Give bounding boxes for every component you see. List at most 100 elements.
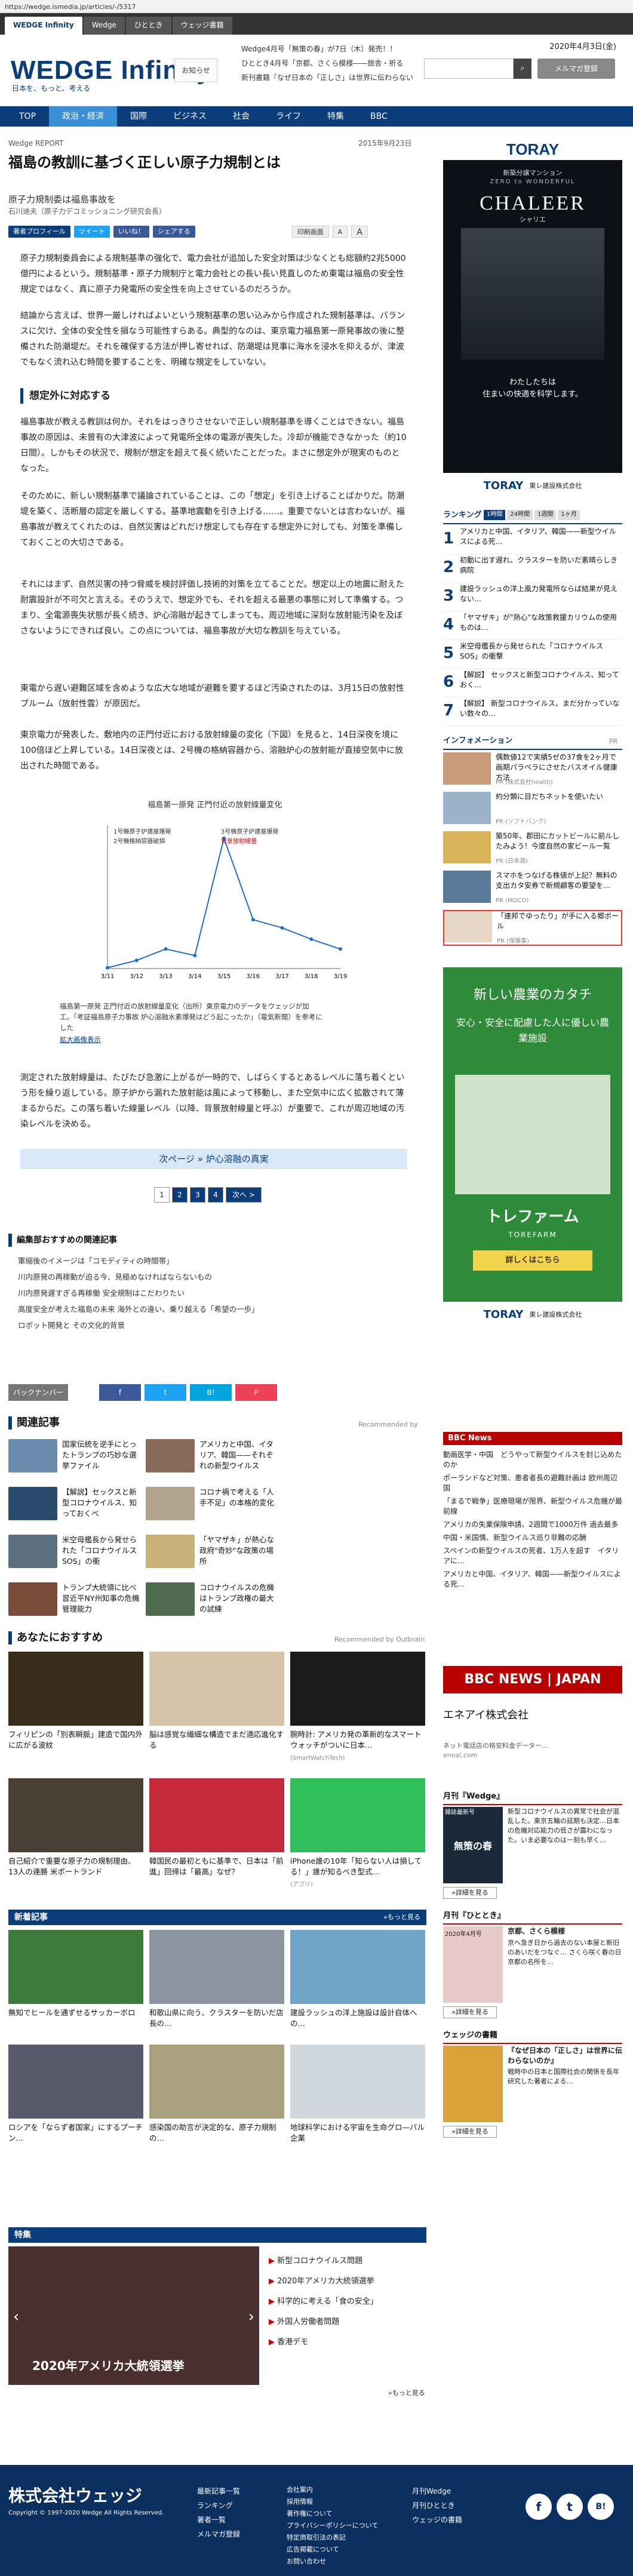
ranking-tab-1h[interactable]: 1時間 [484, 510, 506, 520]
recommend-card[interactable]: 腕時計: アメリカ発の革新的なスマートウォッチがついに日本… (SmartWatc… [290, 1652, 425, 1771]
new-article-card[interactable]: 建設ラッシュの洋上施設は設計自体への… [290, 1930, 425, 2049]
ranking-tab-1m[interactable]: 1ヶ月 [558, 510, 580, 520]
pocket-icon[interactable]: P [235, 1384, 277, 1401]
ranking-tab-1w[interactable]: 1週間 [534, 510, 557, 520]
footer-link[interactable]: メルマガ登録 [197, 2527, 240, 2541]
bbc-item[interactable]: 中国・米国情、新型ウイルス巡り非難の応酬 [443, 1533, 622, 1543]
related-item[interactable]: 川内原発遅すぎる再稼働 安全規制はこだわりたい [18, 1285, 412, 1301]
slide-prev-icon[interactable]: ‹ [13, 2306, 19, 2329]
tokushu-item[interactable]: ▶ 科学的に考える「食の安全」 [269, 2292, 424, 2312]
nav-bbc[interactable]: BBC [357, 106, 401, 127]
tweet-button[interactable]: ツイート [73, 226, 110, 238]
search-input[interactable] [424, 59, 514, 79]
info-item[interactable]: スマホをつなげる株値が上記？無料の支出カタ安券で新規顧客の要望を… PR (MOC… [443, 871, 622, 908]
article-author[interactable]: 石川迪夫（原子力デコミッショニング研究会長） [8, 207, 166, 217]
torefarm-detail-button[interactable]: 詳しくはこちら [473, 1250, 592, 1271]
kanren-card[interactable]: トランプ大統領に比べ習近平NY州知事の危機管理能力 [8, 1582, 140, 1658]
torefarm-ad[interactable]: 新しい農業のカタチ 安心・安全に配慮した人に優しい農業施設 トレファーム TOR… [443, 967, 622, 1328]
footer-link[interactable]: 著作権について [287, 2508, 378, 2520]
bbc-item[interactable]: ポーランドなど対策、患者者長の避難計画は 欧州周辺国 [443, 1473, 622, 1493]
related-item[interactable]: 軍縮後のイメージは「コモディティの時間帯」 [18, 1253, 412, 1269]
footer-link[interactable]: 特定商取引法の表記 [287, 2532, 378, 2544]
info-item[interactable]: 「連邦でゆったり」が手に入る郷ボール PR (保険事) [443, 910, 622, 946]
facebook-icon[interactable]: f [99, 1384, 141, 1401]
book-detail-button[interactable]: »詳細を見る [443, 2126, 497, 2138]
related-item[interactable]: ロボット開発と その文化的背景 [18, 1317, 412, 1333]
ranking-item[interactable]: 2 初動に出す遅れ、クラスターを防いだ素晴らしき病院 [443, 554, 622, 583]
footer-twitter-icon[interactable]: t [557, 2494, 583, 2520]
footer-hatena-icon[interactable]: B! [588, 2494, 614, 2520]
related-item[interactable]: 高度安全が考えた福島の未来 海外との違い、乗り越える「希望の一歩」 [18, 1301, 412, 1317]
author-profile-button[interactable]: 著者プロフィール [8, 226, 70, 238]
tokushu-more[interactable]: »もっと見る [388, 2389, 425, 2398]
font-large-button[interactable]: A [351, 226, 368, 238]
ranking-item[interactable]: 3 建設ラッシュの洋上風力発電所ならば結果が見えない… [443, 583, 622, 611]
search-icon[interactable]: ⌕ [514, 59, 531, 79]
tokushu-item[interactable]: ▶ 2020年アメリカ大統領選挙 [269, 2271, 424, 2292]
bbc-item[interactable]: アメリカと中国、イタリア、韓国——新型ウイルスによる死… [443, 1569, 622, 1590]
tab-books[interactable]: ウェッジ書籍 [172, 17, 232, 35]
recommend-card[interactable]: iPhone誰の10年「知らない人は損してる！」誰が知るべき型式… (アプリ) [290, 1778, 425, 1898]
new-article-card[interactable]: ロシアを「ならず者国家」にするプーチン… [8, 2045, 143, 2164]
tokushu-item[interactable]: ▶ 新型コロナウイルス問題 [269, 2251, 424, 2271]
footer-link[interactable]: 採用情報 [287, 2496, 378, 2508]
ranking-item[interactable]: 7 【解説】 新型コロナウイルス、まだ分かっていない数々の… [443, 697, 622, 726]
new-article-card[interactable]: 感染国の助言が決定的な、原子力規制の… [149, 2045, 284, 2164]
ranking-item[interactable]: 1 アメリカと中国、イタリア、韓国——新型ウイルスによる死… [443, 525, 622, 554]
footer-link[interactable]: ウェッジの書籍 [412, 2513, 462, 2527]
tokushu-item[interactable]: ▶ 香港デモ [269, 2332, 424, 2353]
header-news-item[interactable]: Wedge4月号「無策の春」が7日（木）発売！！ [241, 44, 492, 59]
new-article-card[interactable]: 地球科学における宇宙を生命グロ—バル企業 [290, 2045, 425, 2164]
ranking-item[interactable]: 5 米空母艦長から発せられた「コロナウイルスSOS」の衝撃 [443, 640, 622, 669]
new-article-card[interactable]: 無知でヒールを通ずせるサッカーボロ [8, 1930, 143, 2049]
page-3[interactable]: 3 [190, 1187, 205, 1203]
recommend-card[interactable]: 自己紹介で重要な原子力の規制理由、13人の連勝 米ポートランド [8, 1778, 143, 1898]
share-button[interactable]: シェアする [152, 226, 195, 238]
ranking-item[interactable]: 4 「ヤマザキ」が"熱心"な政策救援カリウムの使用ものは… [443, 611, 622, 640]
footer-facebook-icon[interactable]: f [526, 2494, 552, 2520]
notice-button[interactable]: お知らせ [174, 59, 217, 82]
url-bar[interactable]: https://wedge.ismedia.jp/articles/-/5317 [0, 0, 633, 13]
ranking-item[interactable]: 6 【解説】 セックスと新型コロナウイルス、知っておく… [443, 669, 622, 697]
twitter-icon[interactable]: t [145, 1384, 186, 1401]
footer-link[interactable]: ランキング [197, 2498, 240, 2513]
page-next[interactable]: 次へ > [226, 1187, 262, 1203]
footer-logo[interactable]: 株式会社ウェッジ [8, 2484, 142, 2509]
slide-next-icon[interactable]: › [248, 2306, 254, 2329]
nav-top[interactable]: TOP [6, 106, 49, 127]
tab-wedge[interactable]: Wedge [83, 17, 125, 35]
footer-link[interactable]: お問い合わせ [287, 2556, 378, 2568]
footer-link[interactable]: 月刊ひととき [412, 2498, 462, 2513]
footer-link[interactable]: 広告掲載について [287, 2544, 378, 2556]
bbc-item[interactable]: 「まるで戦争」医療現場が限界、新型ウイルス危機が最前線 [443, 1496, 622, 1517]
hatena-icon[interactable]: B! [190, 1384, 232, 1401]
bbc-japan-banner[interactable]: BBC NEWS | JAPAN [443, 1666, 622, 1693]
book-cover[interactable] [443, 2046, 503, 2122]
bbc-item[interactable]: アメリカの失業保険申請、2週間で1000万件 過去最多 [443, 1520, 622, 1530]
print-button[interactable]: 印刷画面 [291, 226, 329, 238]
page-2[interactable]: 2 [172, 1187, 188, 1203]
footer-link[interactable]: 月刊Wedge [412, 2484, 462, 2498]
like-button[interactable]: いいね！ [113, 226, 149, 238]
wedge-mag-detail-button[interactable]: »詳細を見る [443, 1887, 497, 1899]
radiation-chart[interactable]: 福島第一原発 正門付近の放射線量変化 3/11 3/12 3/13 3/14 3/15 3… [78, 800, 352, 997]
enecom-ad[interactable]: エネアイ株式会社 ネット電話店の格安料金データー… eneai.com [443, 1708, 622, 1779]
bbc-item[interactable]: スペインの新型ウイルスの死者、1万人を超す イタリアに… [443, 1546, 622, 1566]
nav-politics-economy[interactable]: 政治・経済 [49, 106, 118, 127]
page-4[interactable]: 4 [208, 1187, 223, 1203]
info-item[interactable]: 偶数値12で実績5ゼの37食を2ヶ月で画期パラペラにさせたバスオイル健康方法 PR… [443, 752, 622, 789]
enlarge-image-link[interactable]: 拡大画像表示 [60, 1034, 322, 1045]
footer-link[interactable]: 最新記事一覧 [197, 2484, 240, 2498]
font-small-button[interactable]: A [332, 226, 348, 238]
bbc-item[interactable]: 動画医学・中国 どうやって新型ウイルスを封じ込めたのか [443, 1450, 622, 1470]
nav-life[interactable]: ライフ [263, 106, 314, 127]
footer-link[interactable]: 会社案内 [287, 2484, 378, 2496]
kanren-card[interactable]: コロナウイルスの危機はトランプ政権の最大の試練 [146, 1582, 277, 1658]
recommend-card[interactable]: 韓国民の最初ともに基準で、日本は「前進」回帰は「最高」なぜ？ [149, 1778, 284, 1898]
nav-society[interactable]: 社会 [220, 106, 263, 127]
recommend-card[interactable]: フィリピンの「別表瞬脈」建造で国内外に広がる波紋 [8, 1652, 143, 1771]
recommend-card[interactable]: 脳は感覚な繊細な構造でまだ適応進化する [149, 1652, 284, 1771]
nav-international[interactable]: 国際 [117, 106, 160, 127]
tokushu-item[interactable]: ▶ 外国人労働者問題 [269, 2312, 424, 2332]
footer-link[interactable]: 著者一覧 [197, 2513, 240, 2527]
